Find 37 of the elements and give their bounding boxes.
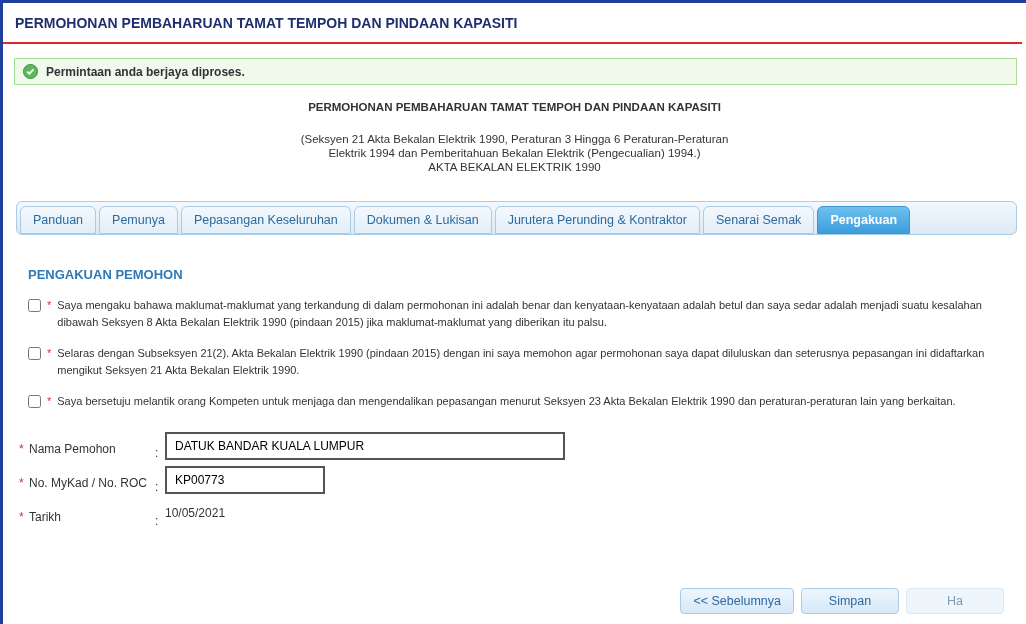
tab[interactable]: Senarai Semak xyxy=(702,206,815,235)
nav-button[interactable]: Simpan xyxy=(801,588,899,614)
declaration-text: Saya bersetuju melantik orang Kompeten untuk menjaga dan mengendalikan pepasangan menurut Seksyen 23 Akta Bekalan Elektrik 1990 dan peraturan-peraturan lain yang berkaitan. xyxy=(57,393,956,409)
field-label: Nama Pemohon xyxy=(29,440,117,458)
declaration-text: Saya mengaku bahawa maklumat-maklumat yang terkandung di dalam permohonan ini adalah benar dan kenyataan-kenyataan adalah betul dan saya sedar adalah menjadi suatu kesalahan dibawah Seksyen 8 Akta Bekalan Elektrik 1990 (pindaan 2015) jika maklumat-maklumat yang diberikan itu palsu. xyxy=(57,297,983,330)
declaration-checkbox[interactable] xyxy=(28,346,41,360)
tab[interactable]: Jurutera Perunding & Kontraktor xyxy=(494,206,700,235)
success-message: Permintaan anda berjaya diproses. xyxy=(46,63,245,81)
required-asterisk: * xyxy=(47,345,52,361)
declaration-checkbox[interactable] xyxy=(28,394,41,408)
tab[interactable]: Panduan xyxy=(20,206,97,235)
required-asterisk: * xyxy=(19,508,25,526)
section-title: PENGAKUAN PEMOHON xyxy=(28,266,184,285)
field-separator: : xyxy=(155,512,160,530)
required-asterisk: * xyxy=(19,440,25,458)
form-subtitle-line: (Seksyen 21 Akta Bekalan Elektrik 1990, Peraturan 3 Hingga 6 Peraturan-Peraturan xyxy=(300,132,729,147)
form-subtitle-line: AKTA BEKALAN ELEKTRIK 1990 xyxy=(428,160,601,175)
form-subtitle-line: Elektrik 1994 dan Pemberitahuan Bekalan Elektrik (Pengecualian) 1994.) xyxy=(328,146,701,161)
declaration-text: Selaras dengan Subseksyen 21(2). Akta Bekalan Elektrik 1990 (pindaan 2015) dengan ini saya memohon agar permohonan saya dapat diluluskan dan seterusnya pepasangan ini didaftarkan mengikut Seksyen 21 Akta Bekalan Elektrik 1990. xyxy=(57,345,986,378)
nav-button[interactable]: << Sebelumnya xyxy=(680,588,794,614)
tab[interactable]: Dokumen & Lukisan xyxy=(353,206,492,235)
field-separator: : xyxy=(155,444,160,462)
page-title: PERMOHONAN PEMBAHARUAN TAMAT TEMPOH DAN PINDAAN KAPASITI xyxy=(15,14,519,33)
required-asterisk: * xyxy=(47,297,52,313)
text-input-field[interactable]: KP00773 xyxy=(165,465,325,494)
tab[interactable]: Pemunya xyxy=(99,206,178,235)
required-asterisk: * xyxy=(47,393,52,409)
required-asterisk: * xyxy=(19,474,25,492)
field-value: 10/05/2021 xyxy=(165,504,226,522)
tab[interactable]: Pepasangan Keseluruhan xyxy=(180,206,351,235)
form-title: PERMOHONAN PEMBAHARUAN TAMAT TEMPOH DAN PINDAAN KAPASITI xyxy=(308,100,721,115)
declaration-checkbox[interactable] xyxy=(28,298,41,312)
field-separator: : xyxy=(155,478,160,496)
field-label: No. MyKad / No. ROC xyxy=(29,474,149,492)
check-circle-icon xyxy=(23,64,38,79)
text-input-field[interactable]: DATUK BANDAR KUALA LUMPUR xyxy=(165,431,565,460)
field-label: Tarikh xyxy=(29,508,62,526)
